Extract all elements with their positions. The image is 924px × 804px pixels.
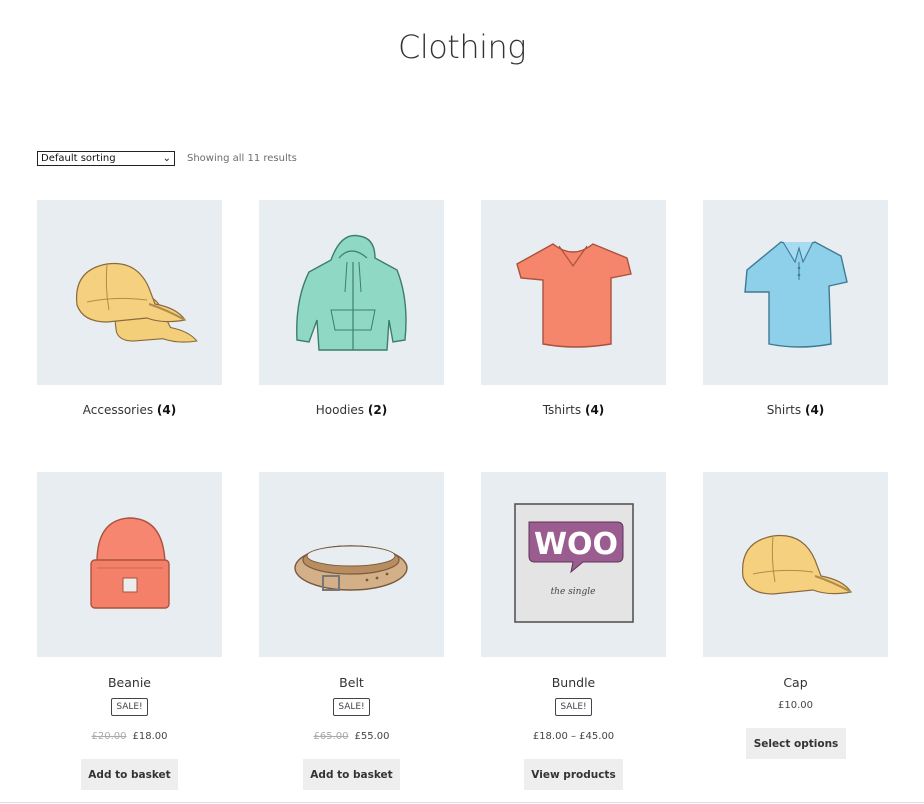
current-price: £10.00 [778,700,813,711]
product-bundle-title[interactable]: Bundle [481,675,666,690]
poster-subtext: the single [551,587,596,597]
category-name: Hoodies [315,403,365,417]
product-cap-title[interactable]: Cap [703,675,888,690]
category-name: Tshirts [542,403,582,417]
product-cap-price: £10.00 [703,700,888,711]
category-count: (4) [584,403,605,417]
woo-logo-text: WOO [534,527,618,562]
category-shirts-image[interactable] [703,200,888,385]
chevron-down-icon: ⌄ [162,152,171,164]
current-price: £18.00 [132,731,168,742]
polo-shirt-icon [744,241,848,348]
divider [0,802,924,803]
select-options-button[interactable]: Select options [746,728,846,759]
beanie-icon [90,517,170,609]
sale-badge: Sale! [333,698,370,716]
category-tshirts-image[interactable] [481,200,666,385]
page-title: Clothing [397,28,527,66]
category-accessories-title[interactable]: Accessories (4) [37,403,222,417]
cap-icon [75,262,198,343]
sort-select-value: Default sorting [41,152,116,164]
hoodie-icon [296,234,407,351]
product-beanie-image[interactable] [37,472,222,657]
category-accessories-image[interactable] [37,200,222,385]
sale-badge: Sale! [111,698,148,716]
category-count: (4) [156,403,177,417]
category-count: (4) [804,403,825,417]
category-name: Accessories [82,403,154,417]
add-to-basket-button[interactable]: Add to basket [303,759,400,790]
old-price: £65.00 [313,731,349,742]
view-products-button[interactable]: View products [524,759,623,790]
sort-select[interactable]: Default sorting ⌄ [37,150,175,166]
product-cap-image[interactable] [703,472,888,657]
category-name: Shirts [766,403,802,417]
result-count: Showing all 11 results [187,152,297,164]
sale-badge: Sale! [555,698,592,716]
woo-poster-icon: WOO the single [514,503,634,623]
cap-icon [741,534,853,595]
product-belt-price: £65.00 £55.00 [259,731,444,742]
old-price: £20.00 [91,731,127,742]
add-to-basket-button[interactable]: Add to basket [81,759,178,790]
product-belt-image[interactable] [259,472,444,657]
category-shirts-title[interactable]: Shirts (4) [703,403,888,417]
belt-icon [294,545,408,591]
current-price: £55.00 [354,731,390,742]
product-beanie-price: £20.00 £18.00 [37,731,222,742]
current-price: £18.00 – £45.00 [532,731,615,742]
category-hoodies-title[interactable]: Hoodies (2) [259,403,444,417]
category-tshirts-title[interactable]: Tshirts (4) [481,403,666,417]
category-count: (2) [367,403,388,417]
product-bundle-price: £18.00 – £45.00 [481,731,666,742]
tshirt-icon [516,243,632,348]
shop-toolbar: Default sorting ⌄ Showing all 11 results [37,150,297,166]
product-bundle-image[interactable]: WOO the single [481,472,666,657]
product-beanie-title[interactable]: Beanie [37,675,222,690]
category-hoodies-image[interactable] [259,200,444,385]
product-belt-title[interactable]: Belt [259,675,444,690]
